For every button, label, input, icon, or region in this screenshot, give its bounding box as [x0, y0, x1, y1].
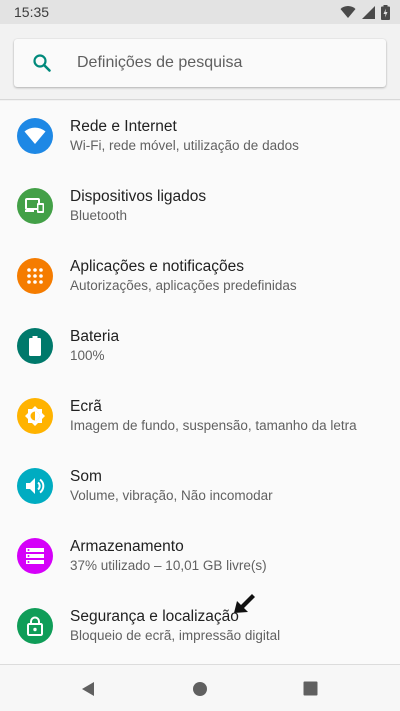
settings-item-title: Dispositivos ligados — [70, 188, 207, 205]
settings-item-subtitle: Volume, vibração, Não incomodar — [70, 488, 273, 503]
settings-item-subtitle: Autorizações, aplicações predefinidas — [70, 278, 297, 293]
status-time: 15:35 — [14, 4, 50, 20]
search-area: Definições de pesquisa — [0, 24, 400, 100]
settings-item-subtitle: Bluetooth — [70, 208, 128, 223]
recents-button[interactable] — [286, 665, 334, 711]
home-icon — [193, 681, 207, 696]
connected-devices-icon — [17, 188, 53, 224]
settings-item-title: Aplicações e notificações — [70, 258, 245, 275]
settings-item-subtitle: 100% — [70, 348, 105, 363]
brightness-icon — [17, 398, 53, 434]
settings-item-display[interactable]: Ecrã Imagem de fundo, suspensão, tamanho… — [0, 381, 400, 451]
back-icon — [82, 681, 94, 696]
wifi-icon — [17, 118, 53, 154]
settings-item-connected-devices[interactable]: Dispositivos ligados Bluetooth — [0, 171, 400, 241]
storage-icon — [17, 538, 53, 574]
settings-item-title: Armazenamento — [70, 538, 184, 555]
pointer-arrow-icon — [234, 594, 255, 613]
settings-item-title: Som — [70, 468, 102, 485]
settings-item-security-location[interactable]: Segurança e localização Bloqueio de ecrã… — [0, 591, 400, 661]
settings-item-subtitle: Imagem de fundo, suspensão, tamanho da l… — [70, 418, 357, 433]
search-placeholder: Definições de pesquisa — [77, 54, 243, 71]
wifi-icon — [340, 6, 356, 19]
settings-list: Rede e Internet Wi-Fi, rede móvel, utili… — [0, 101, 400, 664]
status-bar: 15:35 — [0, 0, 400, 24]
volume-icon — [17, 468, 53, 504]
cell-signal-icon — [362, 5, 375, 19]
settings-item-title: Rede e Internet — [70, 118, 177, 135]
settings-item-network[interactable]: Rede e Internet Wi-Fi, rede móvel, utili… — [0, 101, 400, 171]
settings-item-storage[interactable]: Armazenamento 37% utilizado – 10,01 GB l… — [0, 521, 400, 591]
settings-item-subtitle: 37% utilizado – 10,01 GB livre(s) — [70, 558, 267, 573]
settings-item-subtitle: Bloqueio de ecrã, impressão digital — [70, 628, 281, 643]
battery-charging-icon — [381, 4, 390, 20]
settings-item-subtitle: Wi-Fi, rede móvel, utilização de dados — [70, 138, 299, 153]
settings-item-battery[interactable]: Bateria 100% — [0, 311, 400, 381]
back-button[interactable] — [64, 665, 112, 711]
status-icons — [340, 4, 390, 20]
search-icon — [14, 53, 70, 73]
apps-grid-icon — [17, 258, 53, 294]
settings-item-sound[interactable]: Som Volume, vibração, Não incomodar — [0, 451, 400, 521]
settings-item-title: Ecrã — [70, 398, 102, 415]
search-bar[interactable]: Definições de pesquisa — [14, 39, 386, 87]
lock-icon — [17, 608, 53, 644]
settings-item-title: Bateria — [70, 328, 120, 345]
recents-icon — [303, 681, 317, 696]
settings-item-apps-notifications[interactable]: Aplicações e notificações Autorizações, … — [0, 241, 400, 311]
battery-icon — [17, 328, 53, 364]
navigation-bar — [0, 664, 400, 711]
home-button[interactable] — [176, 665, 224, 711]
